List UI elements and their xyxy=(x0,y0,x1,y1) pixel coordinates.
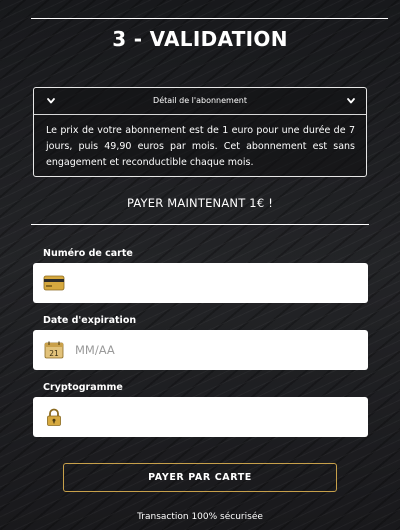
card-number-label: Numéro de carte xyxy=(43,248,133,259)
subscription-details-text: Le prix de votre abonnement est de 1 eur… xyxy=(46,125,355,168)
expiry-date-input[interactable] xyxy=(75,330,360,370)
page-title: 3 - VALIDATION xyxy=(112,27,288,51)
padlock-icon xyxy=(47,408,61,426)
panel-divider xyxy=(34,114,366,115)
cvv-input[interactable] xyxy=(75,397,360,437)
secure-transaction-text: Transaction 100% sécurisée xyxy=(137,512,263,522)
expiry-date-label: Date d'expiration xyxy=(43,315,137,326)
top-divider xyxy=(31,18,388,19)
calendar-day-number: 21 xyxy=(49,349,59,358)
pay-by-card-button[interactable]: PAYER PAR CARTE xyxy=(63,463,337,492)
card-number-field[interactable] xyxy=(33,263,368,303)
cvv-field[interactable] xyxy=(33,397,368,437)
subscription-details-panel[interactable]: Détail de l'abonnement Le prix de votre … xyxy=(33,87,367,177)
card-number-input[interactable] xyxy=(75,263,360,303)
pay-now-heading: PAYER MAINTENANT 1€ ! xyxy=(126,196,274,210)
subscription-details-header[interactable]: Détail de l'abonnement xyxy=(34,94,366,108)
chevron-down-icon[interactable] xyxy=(346,96,356,106)
cvv-label: Cryptogramme xyxy=(43,382,123,393)
calendar-icon: 21 xyxy=(44,341,64,359)
credit-card-icon xyxy=(43,275,65,291)
expiry-date-field[interactable]: 21 xyxy=(33,330,368,370)
section-divider xyxy=(31,224,369,225)
